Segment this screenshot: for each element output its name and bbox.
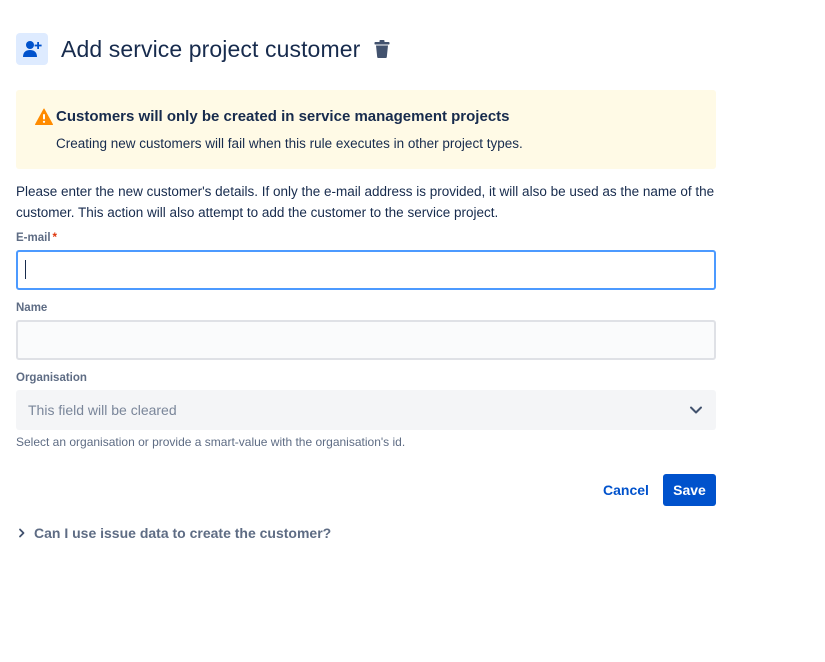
panel-header: Add service project customer xyxy=(16,32,716,66)
text-cursor xyxy=(25,260,26,279)
organisation-selected-value: This field will be cleared xyxy=(28,402,177,418)
cancel-button[interactable]: Cancel xyxy=(597,474,655,506)
form-description: Please enter the new customer's details.… xyxy=(16,184,715,220)
expander-label: Can I use issue data to create the custo… xyxy=(34,525,332,541)
required-indicator: * xyxy=(52,232,57,244)
issue-data-help-expander[interactable]: Can I use issue data to create the custo… xyxy=(18,523,331,543)
email-label-text: E-mail xyxy=(16,232,51,244)
organisation-helper-text: Select an organisation or provide a smar… xyxy=(16,435,406,449)
organisation-select[interactable]: This field will be cleared xyxy=(16,390,716,430)
chevron-down-icon xyxy=(690,406,702,414)
warning-title: Customers will only be created in servic… xyxy=(56,108,510,125)
warning-panel xyxy=(16,90,716,169)
save-button[interactable]: Save xyxy=(663,474,716,506)
page-title: Add service project customer xyxy=(61,35,361,62)
name-field[interactable] xyxy=(16,320,716,360)
add-user-icon xyxy=(16,33,48,65)
email-label: E-mail * xyxy=(16,232,57,244)
email-field[interactable] xyxy=(16,250,716,290)
chevron-right-icon xyxy=(19,528,25,538)
name-label: Name xyxy=(16,302,48,314)
organisation-label: Organisation xyxy=(16,372,87,384)
warning-icon xyxy=(35,108,53,125)
trash-icon[interactable] xyxy=(372,38,392,60)
rule-component-panel: Add service project customer Customers w… xyxy=(0,0,825,662)
warning-message: Creating new customers will fail when th… xyxy=(56,136,523,151)
